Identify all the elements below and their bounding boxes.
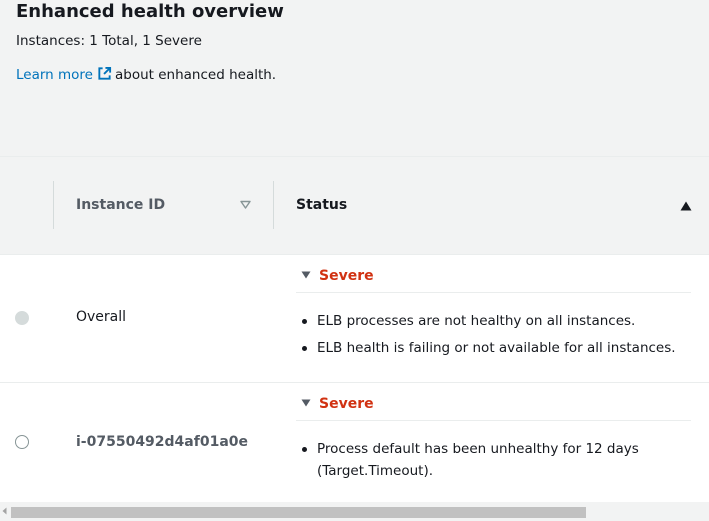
instance-id-cell: Overall xyxy=(76,309,127,325)
learn-more-line: Learn more about enhanced health. xyxy=(16,66,276,83)
row-select-radio[interactable] xyxy=(15,435,29,449)
scrollbar-thumb[interactable] xyxy=(11,507,586,518)
page-header: Enhanced health overview Instances: 1 To… xyxy=(0,0,709,156)
instances-table: Instance ID Status Overall Severe ELB pr… xyxy=(0,156,709,503)
status-expander[interactable]: Severe xyxy=(301,268,374,284)
instance-id-cell: i-07550492d4af01a0e xyxy=(76,434,249,450)
column-header-status[interactable]: Status xyxy=(296,197,347,213)
learn-more-link[interactable]: Learn more xyxy=(16,67,93,83)
column-divider xyxy=(53,181,54,229)
cause-item: ELB processes are not healthy on all ins… xyxy=(300,310,700,332)
cause-list: Process default has been unhealthy for 1… xyxy=(300,438,670,482)
caret-down-icon xyxy=(301,271,311,279)
cause-item: Process default has been unhealthy for 1… xyxy=(300,438,670,482)
table-row: i-07550492d4af01a0e Severe Process defau… xyxy=(0,383,709,503)
divider xyxy=(296,292,691,293)
divider xyxy=(296,420,691,421)
status-severe: Severe xyxy=(319,268,374,284)
row-select-radio[interactable] xyxy=(15,311,29,325)
learn-more-suffix: about enhanced health. xyxy=(115,67,277,83)
sort-descending-icon[interactable] xyxy=(240,200,251,209)
caret-down-icon xyxy=(301,399,311,407)
column-header-instance-id[interactable]: Instance ID xyxy=(76,197,165,213)
column-divider xyxy=(273,181,274,229)
sort-ascending-icon[interactable] xyxy=(680,201,692,211)
scroll-left-icon[interactable] xyxy=(2,507,7,515)
table-row: Overall Severe ELB processes are not hea… xyxy=(0,255,709,383)
external-link-icon[interactable] xyxy=(97,66,112,81)
status-severe: Severe xyxy=(319,396,374,412)
horizontal-scrollbar[interactable] xyxy=(0,502,709,521)
cause-item: ELB health is failing or not available f… xyxy=(300,337,700,359)
instances-summary: Instances: 1 Total, 1 Severe xyxy=(16,33,202,49)
table-header: Instance ID Status xyxy=(0,157,709,255)
status-expander[interactable]: Severe xyxy=(301,396,374,412)
page-title: Enhanced health overview xyxy=(16,1,284,22)
cause-list: ELB processes are not healthy on all ins… xyxy=(300,310,700,364)
